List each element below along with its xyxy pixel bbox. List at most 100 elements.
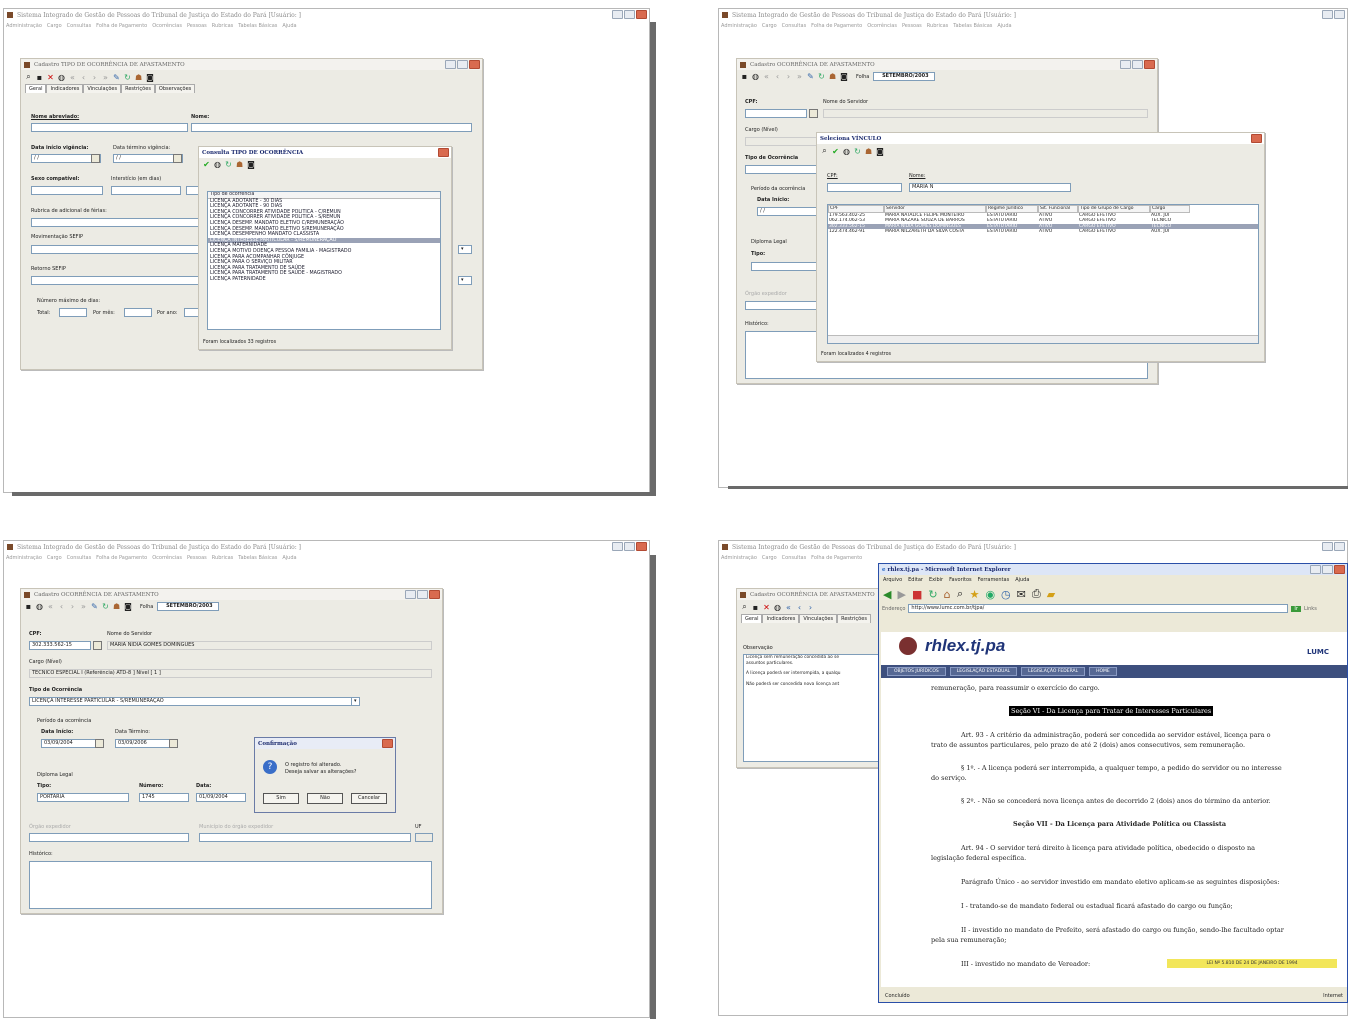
menu-tabelas[interactable]: Tabelas Básicas	[238, 23, 277, 29]
menu-arquivo[interactable]: Arquivo	[883, 577, 902, 583]
tipo-ocorrencia-list[interactable]: Tipo de ocorrência LICENÇA ADOTANTE - 30…	[207, 191, 441, 330]
menu-ocorrencias[interactable]: Ocorrências	[152, 23, 182, 29]
yes-button[interactable]: Sim	[263, 793, 299, 804]
prev-record-icon[interactable]: ‹	[58, 602, 65, 611]
data-input[interactable]: 01/09/2004	[196, 793, 246, 802]
users-icon[interactable]: ☗	[865, 147, 872, 156]
refresh-icon[interactable]: ↻	[225, 160, 232, 169]
refresh-icon[interactable]: ↻	[818, 72, 825, 81]
calendar-icon[interactable]	[95, 739, 104, 748]
mail-icon[interactable]: ✉	[1017, 588, 1026, 601]
binoculars-icon[interactable]	[93, 641, 102, 650]
exit-icon[interactable]: ◙	[840, 72, 848, 81]
menu-exibir[interactable]: Exibir	[929, 577, 943, 583]
total-input[interactable]	[59, 308, 87, 317]
next-record-icon[interactable]: ›	[807, 603, 814, 612]
binoculars-icon[interactable]	[809, 109, 818, 118]
print-icon[interactable]: ◍	[752, 72, 759, 81]
search-icon[interactable]: ⌕	[957, 587, 964, 601]
maximize-button[interactable]	[417, 590, 428, 599]
save-icon[interactable]: ▪	[36, 73, 43, 82]
menu-cargo[interactable]: Cargo	[47, 23, 62, 29]
data-inicio-input[interactable]: / /	[757, 207, 817, 216]
nav-objetos[interactable]: OBJETOS JURÍDICOS	[887, 667, 946, 676]
close-button[interactable]	[469, 60, 480, 69]
back-icon[interactable]: ◀	[883, 588, 891, 601]
prev-record-icon[interactable]: ‹	[80, 73, 87, 82]
search-icon[interactable]: ⌕	[25, 72, 32, 82]
maximize-button[interactable]	[457, 60, 468, 69]
home-icon[interactable]: ⌂	[944, 588, 951, 601]
tab-indicadores[interactable]: Indicadores	[762, 614, 800, 623]
menu-consultas[interactable]: Consultas	[782, 555, 807, 561]
close-button[interactable]	[382, 739, 393, 748]
favorites-icon[interactable]: ★	[970, 588, 980, 601]
folha-input[interactable]: SETEMBRO/2003	[157, 602, 220, 611]
users-icon[interactable]: ☗	[236, 160, 243, 169]
menu-ferramentas[interactable]: Ferramentas	[978, 577, 1010, 583]
vinculo-grid[interactable]: CPF Servidor Regime Jurídico Sit. Funcional…	[827, 204, 1259, 344]
address-input[interactable]: http://www.lumc.com.br/tjpa/	[908, 604, 1289, 613]
close-button[interactable]	[1251, 134, 1262, 143]
forward-icon[interactable]: ▶	[897, 588, 905, 601]
table-row[interactable]: 122.474.462-91 MARIA NILZARETH DA SILVA C…	[828, 229, 1258, 235]
menu-rubricas[interactable]: Rubricas	[212, 23, 233, 29]
rubrica-select[interactable]	[31, 218, 199, 227]
menu-cargo[interactable]: Cargo	[47, 555, 62, 561]
refresh-icon[interactable]: ↻	[854, 147, 861, 156]
data-termino-input[interactable]: 03/09/2006	[115, 739, 175, 748]
cpf-search-input[interactable]	[827, 183, 902, 192]
first-record-icon[interactable]: «	[47, 602, 54, 611]
minimize-button[interactable]	[1120, 60, 1131, 69]
exit-icon[interactable]: ◙	[247, 160, 255, 169]
edit-icon[interactable]: ✎	[113, 73, 120, 82]
nav-leg-federal[interactable]: LEGISLAÇÃO FEDERAL	[1021, 667, 1086, 676]
users-icon[interactable]: ☗	[135, 73, 142, 82]
exit-icon[interactable]: ◙	[876, 147, 884, 156]
maximize-button[interactable]	[624, 542, 635, 551]
save-icon[interactable]: ▪	[741, 72, 748, 81]
menu-consultas[interactable]: Consultas	[782, 23, 807, 29]
menu-ajuda[interactable]: Ajuda	[1015, 577, 1029, 583]
edit-icon[interactable]: ✎	[91, 602, 98, 611]
go-button[interactable]: Ir	[1291, 605, 1301, 612]
prev-record-icon[interactable]: ‹	[796, 603, 803, 612]
first-record-icon[interactable]: «	[69, 73, 76, 82]
last-record-icon[interactable]: »	[796, 72, 803, 81]
minimize-button[interactable]	[612, 10, 623, 19]
orgao-input[interactable]	[745, 301, 825, 310]
close-button[interactable]	[1144, 60, 1155, 69]
delete-icon[interactable]: ✕	[763, 603, 770, 612]
next-record-icon[interactable]: ›	[91, 73, 98, 82]
minimize-button[interactable]	[1322, 10, 1333, 19]
minimize-button[interactable]	[612, 542, 623, 551]
first-record-icon[interactable]: «	[763, 72, 770, 81]
menu-cargo[interactable]: Cargo	[762, 23, 777, 29]
tipo-ocorrencia-select[interactable]: LICENÇA INTERESSE PARTICULAR - S/REMUNER…	[29, 697, 359, 706]
stop-icon[interactable]: ■	[912, 588, 922, 601]
movimentacao-select[interactable]	[31, 245, 199, 254]
menu-cargo[interactable]: Cargo	[762, 555, 777, 561]
interstico-input[interactable]	[111, 186, 181, 195]
tab-geral[interactable]: Geral	[25, 84, 47, 93]
nome-search-input[interactable]: MARIA N	[909, 183, 1071, 192]
menu-editar[interactable]: Editar	[908, 577, 923, 583]
next-record-icon[interactable]: ›	[69, 602, 76, 611]
retorno-select[interactable]	[31, 276, 199, 285]
menu-ajuda[interactable]: Ajuda	[997, 23, 1011, 29]
users-icon[interactable]: ☗	[113, 602, 120, 611]
exit-icon[interactable]: ◙	[124, 602, 132, 611]
horizontal-scrollbar[interactable]	[828, 335, 1258, 343]
dropdown-arrow-icon[interactable]: ▾	[458, 245, 472, 254]
refresh-icon[interactable]: ↻	[928, 588, 937, 601]
print-icon[interactable]: ◍	[843, 147, 850, 156]
users-icon[interactable]: ☗	[829, 72, 836, 81]
edit-icon[interactable]: ✎	[807, 72, 814, 81]
prev-record-icon[interactable]: ‹	[774, 72, 781, 81]
print-icon[interactable]: ◍	[214, 160, 221, 169]
menu-pessoas[interactable]: Pessoas	[187, 23, 207, 29]
print-icon[interactable]: ⎙	[1032, 587, 1041, 601]
maximize-button[interactable]	[1132, 60, 1143, 69]
minimize-button[interactable]	[1310, 565, 1321, 574]
search-icon[interactable]: ⌕	[741, 602, 748, 612]
